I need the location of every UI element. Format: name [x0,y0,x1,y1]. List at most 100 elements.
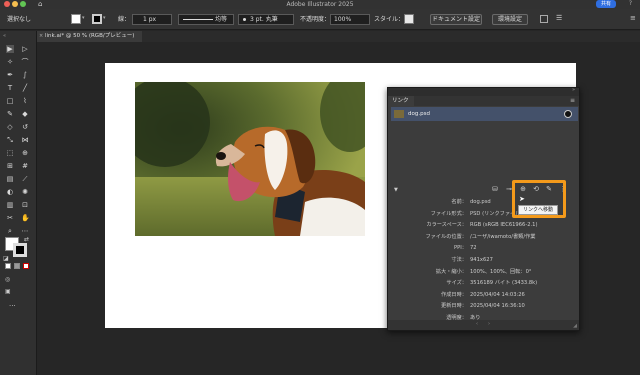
arrange-icon[interactable] [540,15,548,23]
pencil-tool-icon[interactable]: ✎ [6,110,14,118]
go-to-link-tooltip: リンクへ移動 [518,205,558,215]
info-row: 更新日時： 2025/04/04 16:36:10 [388,301,581,311]
link-thumbnail-icon [394,110,404,118]
tools-panel: « ▶ ▷ ✧ ⌒ ✒ ∫ T ╱ □ ⌇ ✎ ◆ ◇ ↺ ⤡ ⋈ ⬚ ⊕ ⊞ … [0,31,37,375]
line-tool-icon[interactable]: ╱ [21,84,29,92]
rotate-tool-icon[interactable]: ↺ [21,123,29,131]
stroke-weight-field[interactable]: 1 px [132,14,172,25]
fill-dropdown-icon[interactable]: ▾ [82,15,85,21]
brush-label: 3 pt. 丸筆 [250,16,278,23]
info-row: 拡大・縮小： 100%、100%、回転：0° [388,267,581,277]
resize-grip-icon[interactable]: ◢ [573,323,577,329]
panel-menu-icon[interactable]: ≡ [630,14,636,22]
magic-wand-tool-icon[interactable]: ✧ [6,58,14,66]
info-value: 941x627 [470,257,493,263]
more-options-icon[interactable]: ☰ [556,14,562,22]
info-value: 100%、100%、回転：0° [470,268,532,275]
mouse-cursor-icon: ➤ [519,195,525,203]
panel-footer: ‹ › [388,320,579,330]
window-titlebar: ⌂ Adobe Illustrator 2025 共有 ? [0,0,640,9]
info-value: 2025/04/04 16:36:10 [470,303,525,310]
line-profile-icon [183,19,213,20]
type-tool-icon[interactable]: T [6,84,14,92]
pen-tool-icon[interactable]: ✒ [6,71,14,79]
more-tools-icon[interactable]: ··· [9,302,16,310]
free-transform-tool-icon[interactable]: ⬚ [6,149,14,157]
help-icon[interactable]: ? [629,0,632,8]
collapse-panel-icon[interactable]: » [572,87,575,93]
shape-builder-tool-icon[interactable]: ⊕ [21,149,29,157]
eraser-tool-icon[interactable]: ◇ [6,123,14,131]
stroke-weight-value: 1 px [143,16,157,23]
opacity-field[interactable]: 100% [330,14,370,25]
none-mode-icon[interactable] [23,263,29,269]
paintbrush-tool-icon[interactable]: ⌇ [21,97,29,105]
tab-document[interactable]: × link.ai* @ 50 % (RGB/プレビュー) [37,31,142,42]
mesh-tool-icon[interactable]: # [21,162,29,170]
info-label: サイズ： [446,280,467,287]
info-label: カラースペース： [426,222,467,229]
tab-links[interactable]: リンク [388,96,414,106]
close-tab-icon[interactable]: × [39,31,43,42]
column-graph-tool-icon[interactable]: ▥ [6,201,14,209]
brush-dot-icon [243,18,246,21]
curvature-tool-icon[interactable]: ∫ [21,71,29,79]
hand-tool-icon[interactable]: ✋ [21,214,30,222]
width-tool-icon[interactable]: ⋈ [21,136,29,144]
symbol-sprayer-tool-icon[interactable]: ✺ [21,188,29,196]
info-value: /ユーザ/iwamoto/書類/作業 [470,233,536,240]
scroll-right-icon[interactable]: › [488,321,490,327]
style-swatch[interactable] [404,14,414,24]
panel-header[interactable]: » [388,87,579,96]
direct-selection-tool-icon[interactable]: ▷ [21,45,29,53]
lasso-tool-icon[interactable]: ⌒ [21,58,29,66]
link-item-name: dog.psd [408,111,430,117]
color-mode-icon[interactable] [5,263,11,269]
document-tab-label: link.ai* @ 50 % (RGB/プレビュー) [45,33,135,39]
default-colors-icon[interactable]: ◪ [3,255,9,262]
perspective-grid-tool-icon[interactable]: ⊞ [6,162,14,170]
variable-width-profile[interactable]: 均等 [178,14,234,25]
scroll-left-icon[interactable]: ‹ [476,321,478,327]
share-button[interactable]: 共有 [596,0,616,8]
blend-tool-icon[interactable]: ◐ [6,188,14,196]
gradient-tool-icon[interactable]: ▤ [6,175,14,183]
toolbar-collapse-icon[interactable]: « [3,33,6,39]
slice-tool-icon[interactable]: ✂ [6,214,14,222]
draw-mode-icon[interactable]: ◎ [5,276,10,283]
panel-tab-row: リンク ≡ [388,96,579,106]
info-label: 拡大・縮小： [435,268,467,275]
info-row: カラースペース： RGB (sRGB IEC61966-2.1) [388,220,581,230]
info-label: 作成日時： [441,291,467,298]
info-value: 72 [470,245,477,252]
cc-libraries-icon[interactable]: ⛁ [491,185,499,193]
shaper-tool-icon[interactable]: ◆ [21,110,29,118]
show-link-info-icon[interactable]: ▼ [394,187,398,193]
zoom-tool-icon[interactable]: ⌕ [6,227,14,235]
screen-mode-icon[interactable]: ▣ [5,288,11,295]
uniform-label: 均等 [215,16,228,23]
dog-photo-image[interactable] [135,82,365,236]
document-settings-button[interactable]: ドキュメント設定 [430,14,482,25]
edit-toolbar-icon[interactable]: ⋯ [21,227,29,235]
fill-swatch[interactable] [71,14,81,24]
document-tab-bar: × link.ai* @ 50 % (RGB/プレビュー) [37,31,640,42]
selection-tool-icon[interactable]: ▶ [6,45,14,53]
app-title: Adobe Illustrator 2025 [286,1,354,8]
info-label: 名前： [451,199,467,205]
swap-colors-icon[interactable]: ⇄ [24,236,29,243]
eyedropper-tool-icon[interactable]: ⟋ [21,175,29,183]
scale-tool-icon[interactable]: ⤡ [6,136,14,144]
gradient-mode-icon[interactable] [14,263,20,269]
brush-definition[interactable]: 3 pt. 丸筆 [238,14,294,25]
rectangle-tool-icon[interactable]: □ [6,97,14,105]
info-label: 寸法： [451,257,467,263]
link-list-item[interactable]: dog.psd [391,107,578,121]
panel-options-menu-icon[interactable]: ≡ [570,96,575,106]
artboard-tool-icon[interactable]: ⊡ [21,201,29,209]
stroke-swatch[interactable] [92,14,102,24]
stroke-color-box[interactable] [13,243,27,257]
stroke-dropdown-icon[interactable]: ▾ [103,15,106,21]
style-label: スタイル： [374,16,405,23]
preferences-button[interactable]: 環境設定 [492,14,528,25]
